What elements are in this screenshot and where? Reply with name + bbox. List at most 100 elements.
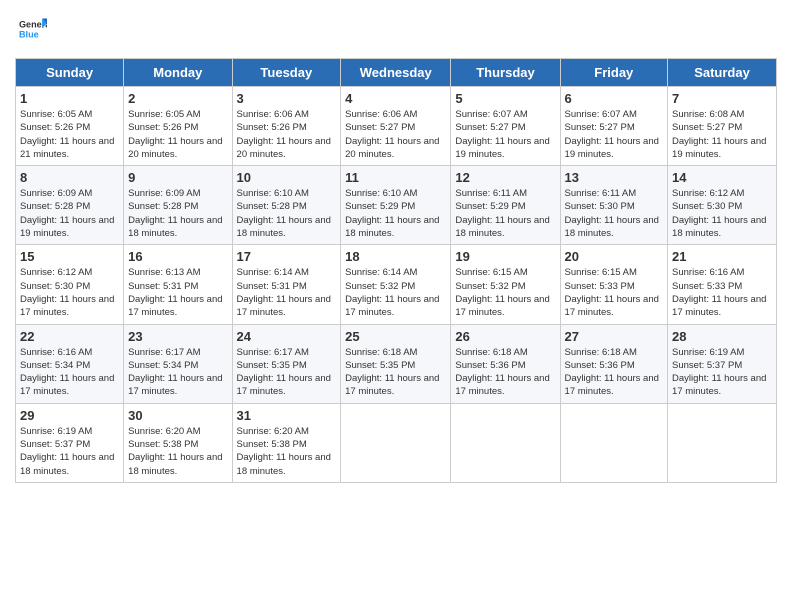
- day-number: 7: [672, 91, 772, 106]
- calendar-cell: 1Sunrise: 6:05 AM Sunset: 5:26 PM Daylig…: [16, 87, 124, 166]
- day-info: Sunrise: 6:17 AM Sunset: 5:35 PM Dayligh…: [237, 346, 337, 399]
- day-number: 31: [237, 408, 337, 423]
- calendar-cell: 16Sunrise: 6:13 AM Sunset: 5:31 PM Dayli…: [124, 245, 232, 324]
- day-info: Sunrise: 6:14 AM Sunset: 5:32 PM Dayligh…: [345, 266, 446, 319]
- day-info: Sunrise: 6:19 AM Sunset: 5:37 PM Dayligh…: [672, 346, 772, 399]
- svg-text:Blue: Blue: [19, 29, 39, 39]
- day-info: Sunrise: 6:07 AM Sunset: 5:27 PM Dayligh…: [565, 108, 664, 161]
- day-info: Sunrise: 6:16 AM Sunset: 5:33 PM Dayligh…: [672, 266, 772, 319]
- day-info: Sunrise: 6:09 AM Sunset: 5:28 PM Dayligh…: [128, 187, 227, 240]
- calendar-cell: 14 Sunrise: 6:12 AM Sunset: 5:30 PM Dayli…: [668, 166, 777, 245]
- week-row-4: 22Sunrise: 6:16 AM Sunset: 5:34 PM Dayli…: [16, 324, 777, 403]
- week-row-2: 8 Sunrise: 6:09 AM Sunset: 5:28 PM Daylig…: [16, 166, 777, 245]
- day-info: Sunrise: 6:18 AM Sunset: 5:36 PM Dayligh…: [455, 346, 555, 399]
- day-number: 4: [345, 91, 446, 106]
- calendar-body: 1 Sunrise: 6:05 AM Sunset: 5:26 PM Daylig…: [16, 87, 777, 483]
- day-info: Sunrise: 6:18 AM Sunset: 5:35 PM Dayligh…: [345, 346, 446, 399]
- calendar-cell: 30 Sunrise: 6:20 AM Sunset: 5:38 PM Dayli…: [124, 403, 232, 482]
- day-info: Sunrise: 6:11 AM Sunset: 5:30 PM Dayligh…: [565, 187, 664, 240]
- week-row-1: 1 Sunrise: 6:05 AM Sunset: 5:26 PM Daylig…: [16, 87, 777, 166]
- calendar-cell: [451, 403, 560, 482]
- day-number: 10: [237, 170, 337, 185]
- day-info: Sunrise: 6:16 AM Sunset: 5:34 PM Dayligh…: [20, 346, 119, 399]
- header-friday: Friday: [560, 59, 668, 87]
- day-number: 26: [455, 329, 555, 344]
- calendar-cell: 22Sunrise: 6:16 AM Sunset: 5:34 PM Dayli…: [16, 324, 124, 403]
- calendar-cell: 11Sunrise: 6:10 AM Sunset: 5:29 PM Dayli…: [341, 166, 451, 245]
- header-wednesday: Wednesday: [341, 59, 451, 87]
- day-info: Sunrise: 6:09 AM Sunset: 5:28 PM Dayligh…: [20, 187, 119, 240]
- day-number: 12: [455, 170, 555, 185]
- day-number: 5: [455, 91, 555, 106]
- day-number: 24: [237, 329, 337, 344]
- day-info: Sunrise: 6:07 AM Sunset: 5:27 PM Dayligh…: [455, 108, 555, 161]
- calendar-cell: 15 Sunrise: 6:12 AM Sunset: 5:30 PM Dayli…: [16, 245, 124, 324]
- calendar-cell: 13Sunrise: 6:11 AM Sunset: 5:30 PM Dayli…: [560, 166, 668, 245]
- day-number: 18: [345, 249, 446, 264]
- calendar-cell: [341, 403, 451, 482]
- day-number: 17: [237, 249, 337, 264]
- week-row-5: 29 Sunrise: 6:19 AM Sunset: 5:37 PM Dayli…: [16, 403, 777, 482]
- day-number: 15: [20, 249, 119, 264]
- calendar-cell: 19Sunrise: 6:15 AM Sunset: 5:32 PM Dayli…: [451, 245, 560, 324]
- day-info: Sunrise: 6:05 AM Sunset: 5:26 PM Dayligh…: [128, 108, 227, 161]
- day-number: 30: [128, 408, 227, 423]
- day-number: 27: [565, 329, 664, 344]
- day-number: 1: [20, 91, 119, 106]
- calendar-cell: 25 Sunrise: 6:18 AM Sunset: 5:35 PM Dayli…: [341, 324, 451, 403]
- page-header: General Blue: [15, 15, 777, 48]
- day-number: 3: [237, 91, 337, 106]
- calendar-cell: 6Sunrise: 6:07 AM Sunset: 5:27 PM Daylig…: [560, 87, 668, 166]
- header-tuesday: Tuesday: [232, 59, 341, 87]
- day-number: 2: [128, 91, 227, 106]
- calendar-cell: 8 Sunrise: 6:09 AM Sunset: 5:28 PM Daylig…: [16, 166, 124, 245]
- logo: General Blue: [15, 15, 49, 48]
- calendar-cell: 10 Sunrise: 6:10 AM Sunset: 5:28 PM Dayli…: [232, 166, 341, 245]
- day-number: 25: [345, 329, 446, 344]
- day-info: Sunrise: 6:10 AM Sunset: 5:28 PM Dayligh…: [237, 187, 337, 240]
- day-number: 20: [565, 249, 664, 264]
- calendar-cell: 3 Sunrise: 6:06 AM Sunset: 5:26 PM Daylig…: [232, 87, 341, 166]
- day-number: 29: [20, 408, 119, 423]
- day-info: Sunrise: 6:20 AM Sunset: 5:38 PM Dayligh…: [237, 425, 337, 478]
- day-number: 9: [128, 170, 227, 185]
- calendar-cell: 29 Sunrise: 6:19 AM Sunset: 5:37 PM Dayli…: [16, 403, 124, 482]
- day-number: 21: [672, 249, 772, 264]
- calendar-table: SundayMondayTuesdayWednesdayThursdayFrid…: [15, 58, 777, 483]
- calendar-cell: 9 Sunrise: 6:09 AM Sunset: 5:28 PM Daylig…: [124, 166, 232, 245]
- header-thursday: Thursday: [451, 59, 560, 87]
- calendar-cell: 4Sunrise: 6:06 AM Sunset: 5:27 PM Daylig…: [341, 87, 451, 166]
- day-info: Sunrise: 6:15 AM Sunset: 5:33 PM Dayligh…: [565, 266, 664, 319]
- calendar-cell: 7 Sunrise: 6:08 AM Sunset: 5:27 PM Daylig…: [668, 87, 777, 166]
- header-monday: Monday: [124, 59, 232, 87]
- day-number: 14: [672, 170, 772, 185]
- day-number: 28: [672, 329, 772, 344]
- day-number: 23: [128, 329, 227, 344]
- day-info: Sunrise: 6:08 AM Sunset: 5:27 PM Dayligh…: [672, 108, 772, 161]
- day-info: Sunrise: 6:12 AM Sunset: 5:30 PM Dayligh…: [672, 187, 772, 240]
- calendar-cell: 28 Sunrise: 6:19 AM Sunset: 5:37 PM Dayli…: [668, 324, 777, 403]
- calendar-cell: 17 Sunrise: 6:14 AM Sunset: 5:31 PM Dayli…: [232, 245, 341, 324]
- day-info: Sunrise: 6:20 AM Sunset: 5:38 PM Dayligh…: [128, 425, 227, 478]
- calendar-cell: 27Sunrise: 6:18 AM Sunset: 5:36 PM Dayli…: [560, 324, 668, 403]
- calendar-cell: 21 Sunrise: 6:16 AM Sunset: 5:33 PM Dayli…: [668, 245, 777, 324]
- calendar-cell: 5 Sunrise: 6:07 AM Sunset: 5:27 PM Daylig…: [451, 87, 560, 166]
- calendar-header: SundayMondayTuesdayWednesdayThursdayFrid…: [16, 59, 777, 87]
- calendar-cell: 2 Sunrise: 6:05 AM Sunset: 5:26 PM Daylig…: [124, 87, 232, 166]
- calendar-cell: 31 Sunrise: 6:20 AM Sunset: 5:38 PM Dayli…: [232, 403, 341, 482]
- calendar-cell: 26 Sunrise: 6:18 AM Sunset: 5:36 PM Dayli…: [451, 324, 560, 403]
- day-number: 8: [20, 170, 119, 185]
- day-info: Sunrise: 6:19 AM Sunset: 5:37 PM Dayligh…: [20, 425, 119, 478]
- day-number: 11: [345, 170, 446, 185]
- calendar-cell: 23 Sunrise: 6:17 AM Sunset: 5:34 PM Dayli…: [124, 324, 232, 403]
- day-number: 19: [455, 249, 555, 264]
- day-info: Sunrise: 6:11 AM Sunset: 5:29 PM Dayligh…: [455, 187, 555, 240]
- day-info: Sunrise: 6:06 AM Sunset: 5:26 PM Dayligh…: [237, 108, 337, 161]
- day-info: Sunrise: 6:14 AM Sunset: 5:31 PM Dayligh…: [237, 266, 337, 319]
- day-info: Sunrise: 6:12 AM Sunset: 5:30 PM Dayligh…: [20, 266, 119, 319]
- header-saturday: Saturday: [668, 59, 777, 87]
- calendar-cell: 18 Sunrise: 6:14 AM Sunset: 5:32 PM Dayli…: [341, 245, 451, 324]
- week-row-3: 15 Sunrise: 6:12 AM Sunset: 5:30 PM Dayli…: [16, 245, 777, 324]
- day-info: Sunrise: 6:17 AM Sunset: 5:34 PM Dayligh…: [128, 346, 227, 399]
- logo-icon: General Blue: [19, 15, 47, 43]
